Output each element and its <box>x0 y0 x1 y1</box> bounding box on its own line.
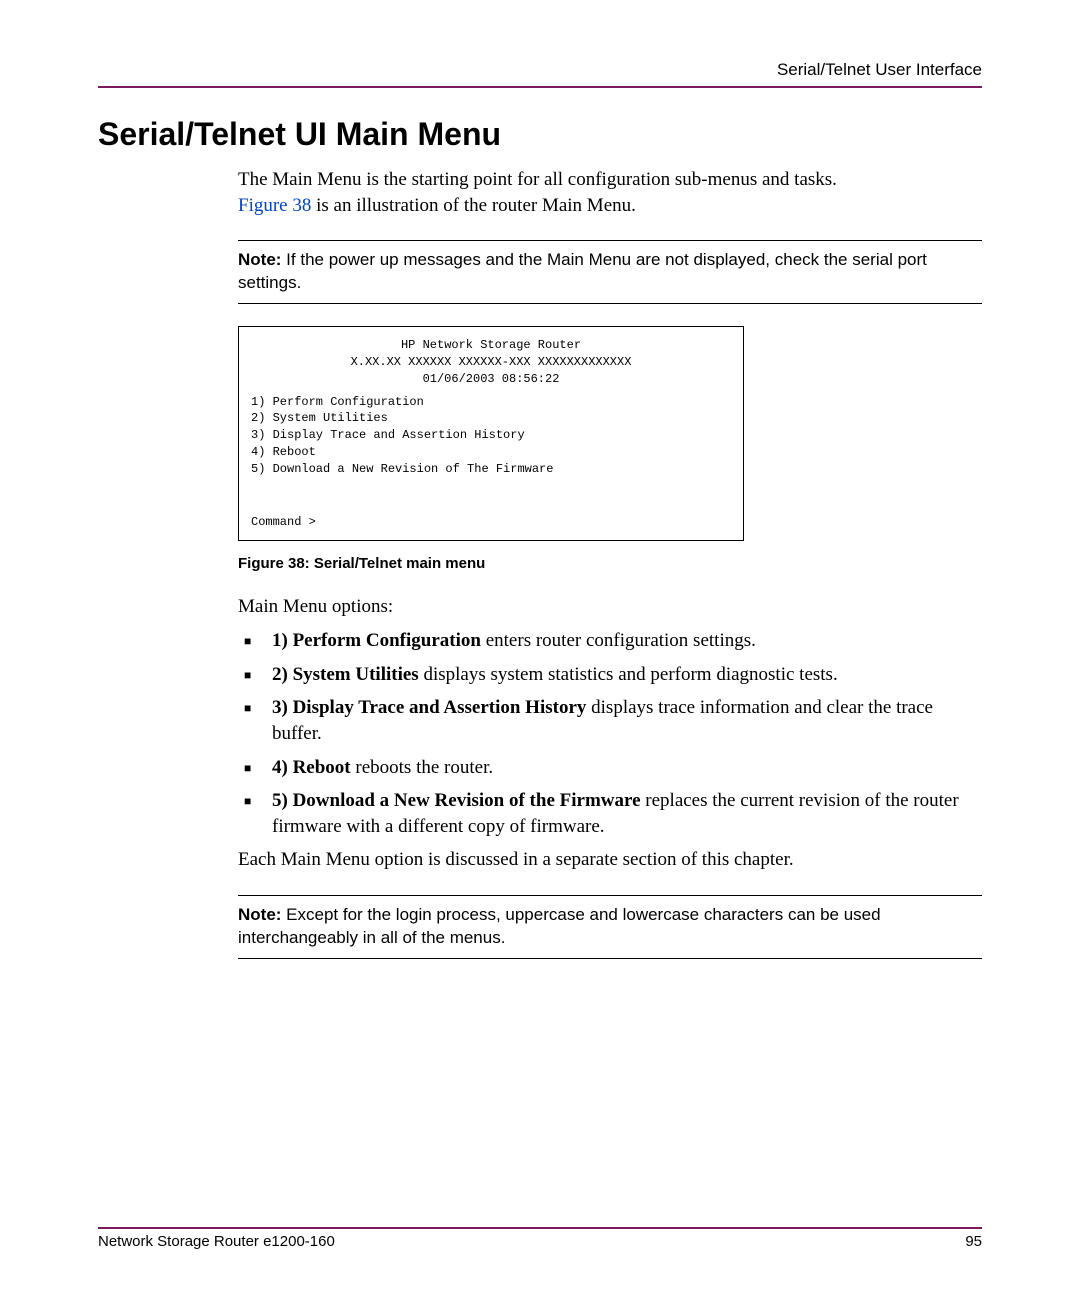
list-item: 1) Perform Configuration enters router c… <box>238 628 982 654</box>
terminal-timestamp: 01/06/2003 08:56:22 <box>251 371 731 388</box>
option-desc: enters router configuration settings. <box>481 630 756 651</box>
option-label: 2) System Utilities <box>272 664 419 685</box>
list-item: 5) Download a New Revision of the Firmwa… <box>238 788 982 839</box>
option-label: 5) Download a New Revision of the Firmwa… <box>272 790 641 811</box>
option-label: 4) Reboot <box>272 757 351 778</box>
footer-left: Network Storage Router e1200-160 <box>98 1233 335 1250</box>
note-block-2: Note: Except for the login process, uppe… <box>238 895 982 959</box>
options-list: 1) Perform Configuration enters router c… <box>238 628 982 839</box>
running-header: Serial/Telnet User Interface <box>98 60 982 86</box>
note-label: Note: <box>238 905 281 924</box>
option-desc: reboots the router. <box>351 757 493 778</box>
footer-page-number: 95 <box>965 1233 982 1250</box>
page-title: Serial/Telnet UI Main Menu <box>98 116 982 153</box>
terminal-item: 4) Reboot <box>251 444 731 461</box>
note-text: If the power up messages and the Main Me… <box>238 250 927 292</box>
closing-paragraph: Each Main Menu option is discussed in a … <box>238 847 982 873</box>
terminal-item: 3) Display Trace and Assertion History <box>251 427 731 444</box>
note-label: Note: <box>238 250 281 269</box>
figure-reference-link[interactable]: Figure 38 <box>238 195 311 216</box>
terminal-screenshot: HP Network Storage Router X.XX.XX XXXXXX… <box>238 326 744 541</box>
terminal-prompt: Command > <box>251 514 731 531</box>
terminal-version: X.XX.XX XXXXXX XXXXXX-XXX XXXXXXXXXXXXX <box>251 354 731 371</box>
option-label: 1) Perform Configuration <box>272 630 481 651</box>
terminal-item: 2) System Utilities <box>251 410 731 427</box>
list-item: 4) Reboot reboots the router. <box>238 755 982 781</box>
figure-caption: Figure 38: Serial/Telnet main menu <box>238 555 982 572</box>
options-intro: Main Menu options: <box>238 594 982 620</box>
note-block-1: Note: If the power up messages and the M… <box>238 240 982 304</box>
list-item: 3) Display Trace and Assertion History d… <box>238 695 982 746</box>
footer-rule <box>98 1227 982 1229</box>
option-label: 3) Display Trace and Assertion History <box>272 697 586 718</box>
option-desc: displays system statistics and perform d… <box>419 664 838 685</box>
header-rule <box>98 86 982 88</box>
terminal-item: 5) Download a New Revision of The Firmwa… <box>251 461 731 478</box>
intro-line1: The Main Menu is the starting point for … <box>238 169 837 190</box>
note-text: Except for the login process, uppercase … <box>238 905 881 947</box>
terminal-title: HP Network Storage Router <box>251 337 731 354</box>
page-footer: Network Storage Router e1200-160 95 <box>98 1227 982 1250</box>
intro-line2-rest: is an illustration of the router Main Me… <box>311 195 636 216</box>
intro-paragraph: The Main Menu is the starting point for … <box>238 167 982 218</box>
terminal-item: 1) Perform Configuration <box>251 394 731 411</box>
list-item: 2) System Utilities displays system stat… <box>238 662 982 688</box>
